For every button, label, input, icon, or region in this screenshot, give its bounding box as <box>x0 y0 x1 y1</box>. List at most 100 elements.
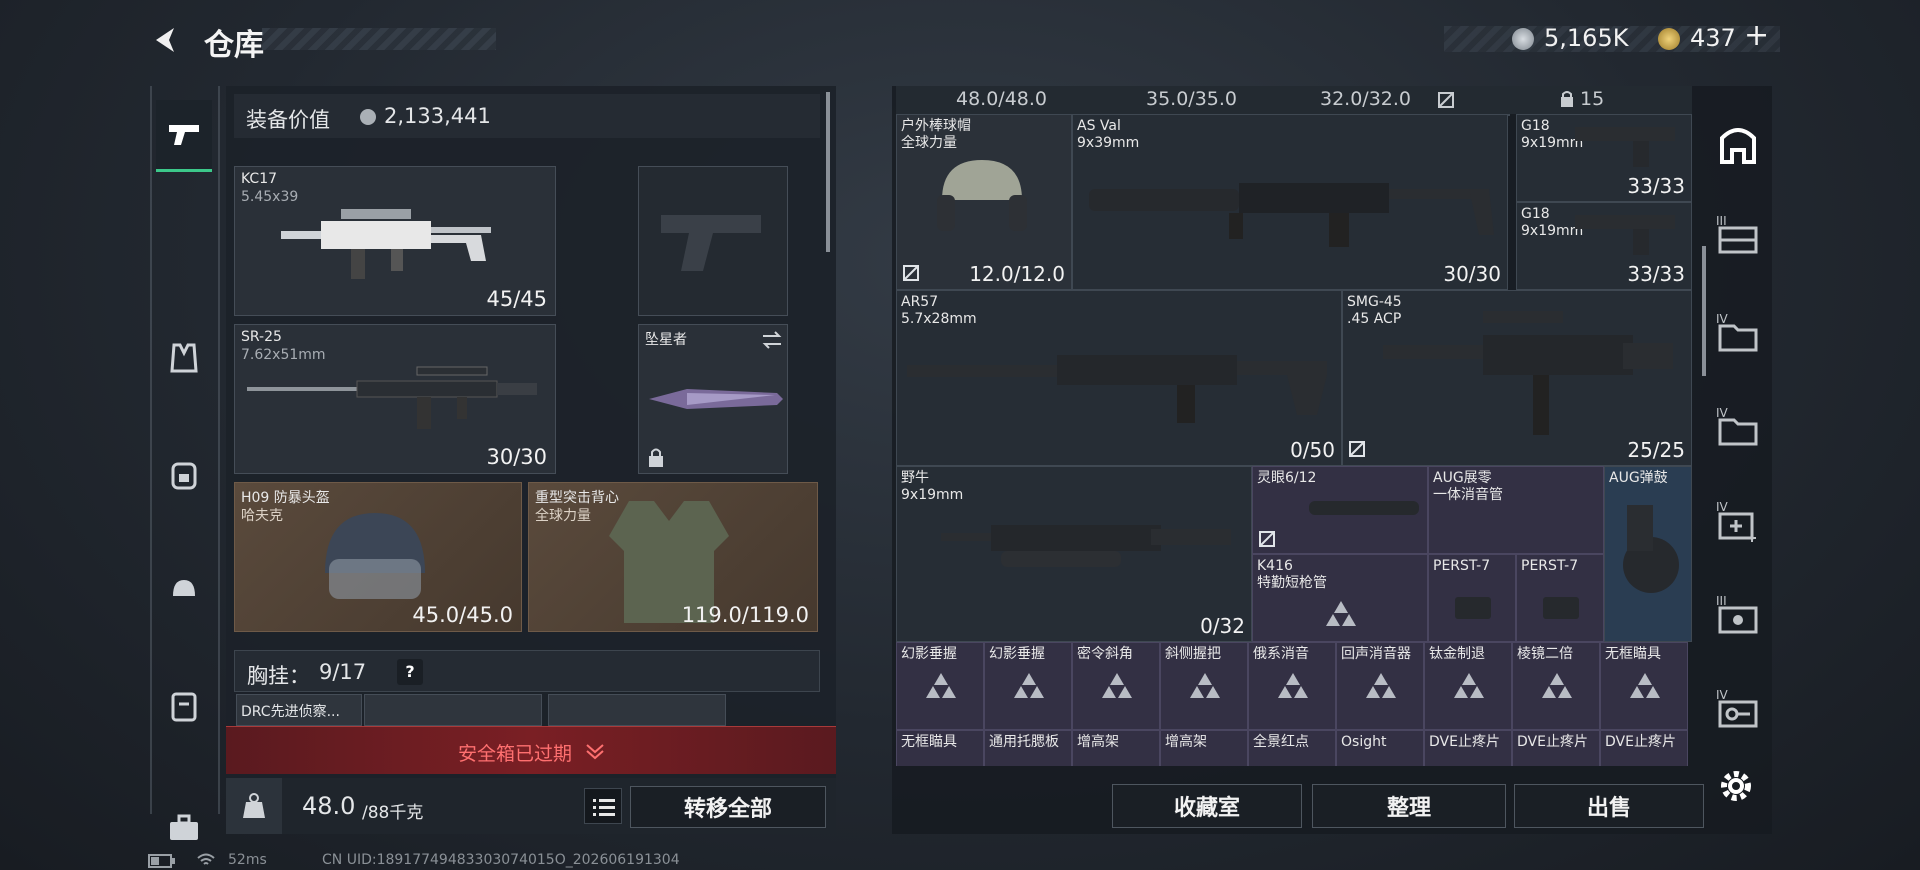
no-insure-icon <box>1349 441 1365 457</box>
tab-storage-iv[interactable]: IV <box>1716 406 1760 450</box>
item-small[interactable]: 无框瞄具 <box>1600 642 1688 730</box>
item-durability: 32.0/32.0 <box>1320 88 1412 110</box>
item-small[interactable]: 增高架 <box>1072 730 1160 766</box>
item-small[interactable]: 密令斜角 <box>1072 642 1160 730</box>
item-small[interactable]: 全景红点 <box>1248 730 1336 766</box>
rarity-icon <box>1187 673 1223 698</box>
small-items-row: 幻影垂握 幻影垂握 密令斜角 斜侧握把 俄系消音 回声消音器 钛金制退 棱镜二倍… <box>896 642 1692 730</box>
helmet-slot[interactable]: H09 防暴头盔 哈夫克 45.0/45.0 <box>234 482 522 632</box>
primary-weapon-slot[interactable]: KC17 5.45x39 45/45 <box>234 166 556 316</box>
item-small[interactable]: DVE止疼片 <box>1424 730 1512 766</box>
chest-rig-cell[interactable] <box>364 694 542 726</box>
item-caliber: 5.7x28mm <box>901 311 977 327</box>
tab-all-storage[interactable] <box>1716 122 1760 166</box>
item-small[interactable]: 幻影垂握 <box>896 642 984 730</box>
helmet-icon <box>173 580 195 596</box>
item-small[interactable]: 增高架 <box>1160 730 1248 766</box>
item-smg-45[interactable]: SMG-45 .45 ACP 25/25 <box>1342 290 1692 466</box>
item-small[interactable]: 幻影垂握 <box>984 642 1072 730</box>
bottom-items-row-partial: 无框瞄具 通用托腮板 增高架 增高架 全景红点 Osight DVE止疼片 DV… <box>896 730 1692 766</box>
cap-headset-icon <box>937 160 1027 231</box>
tab-storage-iv[interactable]: IV <box>1716 312 1760 356</box>
settings-button[interactable] <box>1716 766 1760 810</box>
help-icon[interactable]: ? <box>397 659 423 685</box>
item-k416-barrel[interactable]: K416 特勤短枪管 <box>1252 554 1428 642</box>
item-aug-suppressor[interactable]: AUG展零 一体消音管 <box>1428 466 1604 554</box>
item-small[interactable]: 无框瞄具 <box>896 730 984 766</box>
loadout-scrollbar[interactable] <box>826 92 830 252</box>
item-as-val[interactable]: AS Val 9x39mm 30/30 <box>1072 114 1508 290</box>
item-perst7[interactable]: PERST-7 <box>1428 554 1516 642</box>
rarity-icon <box>1363 673 1399 698</box>
backpack-icon <box>171 462 197 490</box>
item-ar57[interactable]: AR57 5.7x28mm 0/50 <box>896 290 1342 466</box>
item-name: AUG弹鼓 <box>1609 470 1668 486</box>
item-name: 灵眼6/12 <box>1257 470 1317 486</box>
tab-helmets[interactable] <box>156 554 212 626</box>
back-button[interactable] <box>148 22 184 58</box>
gear-icon <box>1721 771 1751 801</box>
sell-button[interactable]: 出售 <box>1514 784 1704 828</box>
armor-slot[interactable]: 重型突击背心 全球力量 119.0/119.0 <box>528 482 818 632</box>
chest-rig-label: 胸挂： <box>247 664 310 688</box>
item-perst7[interactable]: PERST-7 <box>1516 554 1604 642</box>
gold-triangle-icon <box>1658 28 1680 50</box>
melee-slot[interactable]: 坠星者 <box>638 324 788 474</box>
tab-medical[interactable]: IV <box>1716 500 1760 544</box>
list-view-button[interactable] <box>584 788 622 824</box>
secondary-weapon-slot[interactable]: SR-25 7.62x51mm 30/30 <box>234 324 556 474</box>
chest-rig-count: 9/17 <box>319 660 367 684</box>
collection-room-button[interactable]: 收藏室 <box>1112 784 1302 828</box>
grid-cell-empty[interactable] <box>1508 114 1510 116</box>
item-name: 钛金制退 <box>1429 646 1485 662</box>
storage-home-icon <box>1720 128 1756 164</box>
chest-rig-cell[interactable] <box>548 694 726 726</box>
no-insure-icon <box>903 265 919 281</box>
rarity-icon <box>1451 673 1487 698</box>
item-name: 坠星者 <box>645 332 687 348</box>
item-name: 野牛 <box>901 470 929 486</box>
item-small[interactable]: 棱镜二倍 <box>1512 642 1600 730</box>
item-name: 棱镜二倍 <box>1517 646 1573 662</box>
item-bizon[interactable]: 野牛 9x19mm 0/32 <box>896 466 1252 642</box>
sort-button[interactable]: 整理 <box>1312 784 1506 828</box>
ammo-count: 33/33 <box>1627 174 1685 198</box>
item-g18[interactable]: G18 9x19mm 33/33 <box>1516 202 1692 290</box>
item-small[interactable]: DVE止疼片 <box>1512 730 1600 766</box>
item-small[interactable]: 通用托腮板 <box>984 730 1072 766</box>
scope-icon <box>1309 501 1419 515</box>
ammo-count: 30/30 <box>1443 262 1501 286</box>
page-title: 仓库 <box>204 28 264 63</box>
vest-icon <box>170 343 198 373</box>
tab-keys[interactable]: IV <box>1716 688 1760 732</box>
item-g18[interactable]: G18 9x19mm 33/33 <box>1516 114 1692 202</box>
swap-arrows-icon[interactable] <box>761 331 783 349</box>
battery-icon <box>148 854 175 868</box>
item-small[interactable]: DVE止疼片 <box>1600 730 1688 766</box>
chest-rig-cell[interactable]: DRC先进侦察... <box>236 694 362 726</box>
ammo-count: 30/30 <box>486 445 547 469</box>
item-small[interactable]: 钛金制退 <box>1424 642 1512 730</box>
tab-vests[interactable] <box>156 322 212 394</box>
safebox-expired-banner[interactable]: 安全箱已过期 <box>226 726 836 774</box>
item-baseball-cap[interactable]: 户外棒球帽 全球力量 12.0/12.0 <box>896 114 1072 290</box>
no-insure-icon <box>1438 92 1454 108</box>
item-scope-6x12[interactable]: 灵眼6/12 <box>1252 466 1428 554</box>
item-small[interactable]: Osight <box>1336 730 1424 766</box>
item-small[interactable]: 斜侧握把 <box>1160 642 1248 730</box>
chest-rig-bar[interactable]: 胸挂： 9/17 ? <box>234 650 820 692</box>
item-name: SR-25 <box>241 329 282 345</box>
item-small[interactable]: 俄系消音 <box>1248 642 1336 730</box>
transfer-all-button[interactable]: 转移全部 <box>630 786 826 828</box>
tab-valuables[interactable]: III <box>1716 594 1760 638</box>
tab-case[interactable] <box>156 670 212 742</box>
tab-weapons[interactable] <box>156 100 212 172</box>
item-name: K416 <box>1257 558 1293 574</box>
item-small[interactable]: 回声消音器 <box>1336 642 1424 730</box>
item-aug-drum[interactable]: AUG弹鼓 <box>1604 466 1692 642</box>
tab-backpacks[interactable] <box>156 438 212 510</box>
durability: 12.0/12.0 <box>969 262 1065 286</box>
add-currency-button[interactable]: + <box>1744 18 1769 53</box>
tab-storage-iii[interactable]: III <box>1716 214 1760 258</box>
secondary-weapon-slot-empty[interactable] <box>638 166 788 316</box>
